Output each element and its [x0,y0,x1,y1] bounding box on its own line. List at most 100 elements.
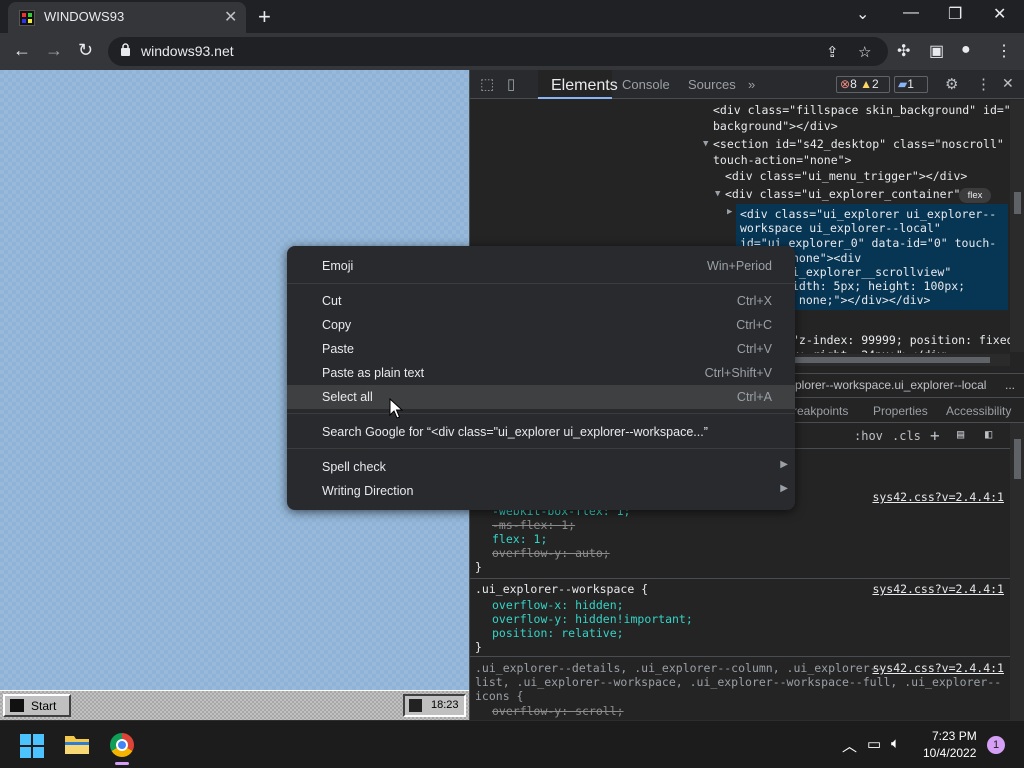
dom-line[interactable]: background"></div> [713,118,838,134]
expand-arrow-icon[interactable]: ▼ [715,186,720,202]
reload-icon[interactable]: ↻ [78,40,93,61]
share-icon[interactable]: ⇪ [826,43,839,61]
dom-line[interactable]: <div class="ui_explorer_container"> [725,186,967,202]
dom-line[interactable]: <div class="ui_menu_trigger"></div> [725,168,967,184]
w93-rss-icon[interactable] [409,699,422,712]
style-source-link[interactable]: sys42.css?v=2.4.4:1 [872,490,1004,504]
w93-start-icon [10,699,24,712]
computed-styles-icon[interactable]: ▤ [957,427,964,441]
w93-start-button[interactable]: Start [3,694,71,717]
chrome-taskbar-button[interactable] [105,725,139,765]
tab-console[interactable]: Console [622,77,670,92]
style-source-link[interactable]: sys42.css?v=2.4.4:1 [872,582,1004,596]
extensions-icon[interactable]: ✣ [897,41,910,61]
bookmark-star-icon[interactable]: ☆ [858,43,871,61]
expand-arrow-icon[interactable]: ▼ [703,136,708,152]
rule-divider [470,578,1010,579]
tab-elements[interactable]: Elements [538,70,618,99]
menu-item-paste[interactable]: Paste Ctrl+V [287,337,795,361]
style-source-link[interactable]: sys42.css?v=2.4.4:1 [872,661,1004,675]
styles-scroll-thumb[interactable] [1014,439,1021,479]
style-selector[interactable]: icons { [475,689,523,703]
dom-line[interactable]: "z-index: 99999; position: fixed [792,332,1014,348]
devtools-menu-icon[interactable]: ⋮ [976,75,991,93]
style-declaration[interactable]: position: relative; [492,626,624,640]
network-icon[interactable]: ▭ [867,735,881,753]
tab-sources[interactable]: Sources [688,77,736,92]
menu-separator [287,283,795,284]
style-declaration[interactable]: overflow-y: auto; [492,546,610,560]
profile-icon[interactable]: ● [961,41,971,59]
tab-accessibility[interactable]: Accessibility [946,404,1011,418]
collapse-arrow-icon[interactable]: ▶ [727,204,732,220]
file-explorer-icon[interactable] [64,732,90,756]
browser-tab-strip: WINDOWS93 ✕ + ⌄ — ❐ ✕ [0,0,1024,33]
settings-gear-icon[interactable]: ⚙ [945,75,958,93]
inspect-element-icon[interactable]: ⬚ [480,75,494,93]
rule-close: } [475,640,482,654]
menu-item-select-all[interactable]: Select all Ctrl+A [287,385,795,409]
w93-clock: 18:23 [431,699,459,711]
menu-item-search-google[interactable]: Search Google for “<div class="ui_explor… [287,420,795,444]
dom-line[interactable]: touch-action="none"> [713,152,851,168]
w93-taskbar: Start 18:23 [0,690,469,720]
dom-line[interactable]: <section id="s42_desktop" class="noscrol… [713,136,1004,152]
new-tab-icon[interactable]: + [258,4,271,30]
dom-scroll-thumb[interactable] [1014,192,1021,214]
tab-search-icon[interactable]: ⌄ [856,4,869,24]
tab-breakpoints[interactable]: reakpoints [793,404,848,418]
dom-line[interactable]: x; right: 24px;"></div> [792,347,951,353]
w93-start-label: Start [31,699,57,713]
address-bar[interactable]: windows93.net ⇪ ☆ [108,37,888,66]
new-style-rule-icon[interactable]: + [930,426,940,445]
browser-tab[interactable]: WINDOWS93 ✕ [8,2,246,33]
side-panel-icon[interactable]: ▣ [929,41,944,61]
close-window-icon[interactable]: ✕ [993,4,1006,24]
tab-close-icon[interactable]: ✕ [224,7,237,27]
submenu-arrow-icon: ▶ [780,459,788,470]
style-selector[interactable]: list, .ui_explorer--workspace, .ui_explo… [475,675,1001,689]
menu-kebab-icon[interactable]: ⋮ [996,41,1012,61]
style-selector[interactable]: .ui_explorer--workspace { [475,582,648,596]
devtools-close-icon[interactable]: ✕ [1002,75,1014,92]
windows-start-icon[interactable] [20,734,44,758]
cls-toggle[interactable]: .cls [892,429,921,443]
dom-line-selected[interactable]: workspace ui_explorer--local" [740,220,941,236]
menu-item-copy[interactable]: Copy Ctrl+C [287,313,795,337]
dom-line-selected[interactable]: none;"></div></div> [792,292,931,308]
mouse-cursor-icon [389,398,403,419]
style-declaration[interactable]: overflow-y: hidden!important; [492,612,693,626]
style-declaration[interactable]: -ms-flex: 1; [492,518,575,532]
volume-icon[interactable]: 🔈︎ [891,735,900,752]
dom-vscrollbar[interactable] [1010,100,1024,352]
more-tabs-icon[interactable]: » [748,77,755,92]
tab-properties[interactable]: Properties [873,404,928,418]
menu-item-cut[interactable]: Cut Ctrl+X [287,289,795,313]
notification-badge[interactable]: 1 [987,736,1005,754]
style-declaration[interactable]: overflow-x: hidden; [492,598,624,612]
back-icon[interactable]: ← [13,40,31,61]
styles-vscrollbar[interactable] [1010,423,1024,720]
clock-time[interactable]: 7:23 PM [932,729,977,743]
menu-item-paste-plain[interactable]: Paste as plain text Ctrl+Shift+V [287,361,795,385]
menu-item-writing-direction[interactable]: Writing Direction ▶ [287,479,795,503]
style-declaration[interactable]: overflow-y: scroll; [492,704,624,718]
style-selector[interactable]: .ui_explorer--details, .ui_explorer--col… [475,661,884,675]
device-toolbar-icon[interactable]: ▯ [507,75,515,93]
restore-icon[interactable]: ❐ [948,4,962,24]
hov-toggle[interactable]: :hov [854,429,883,443]
minimize-icon[interactable]: — [903,4,919,22]
menu-item-emoji[interactable]: Emoji Win+Period [287,254,795,278]
breadcrumb-item[interactable]: plorer--workspace.ui_explorer--local [795,378,986,392]
dom-line[interactable]: <div class="fillspace skin_background" i… [713,102,1024,118]
sidebar-toggle-icon[interactable]: ◧ [985,427,992,441]
messages-badge[interactable]: ▰1 [894,76,928,93]
menu-item-spell-check[interactable]: Spell check ▶ [287,455,795,479]
breadcrumb-more[interactable]: ... [1005,378,1015,392]
style-declaration[interactable]: flex: 1; [492,532,547,546]
clock-date[interactable]: 10/4/2022 [923,746,976,760]
flex-badge[interactable]: flex [959,188,991,203]
forward-icon[interactable]: → [45,40,63,61]
show-hidden-icons-chevron-icon[interactable]: ︿ [842,735,857,756]
issues-badge[interactable]: ⊗8 ▲2 [836,76,890,93]
